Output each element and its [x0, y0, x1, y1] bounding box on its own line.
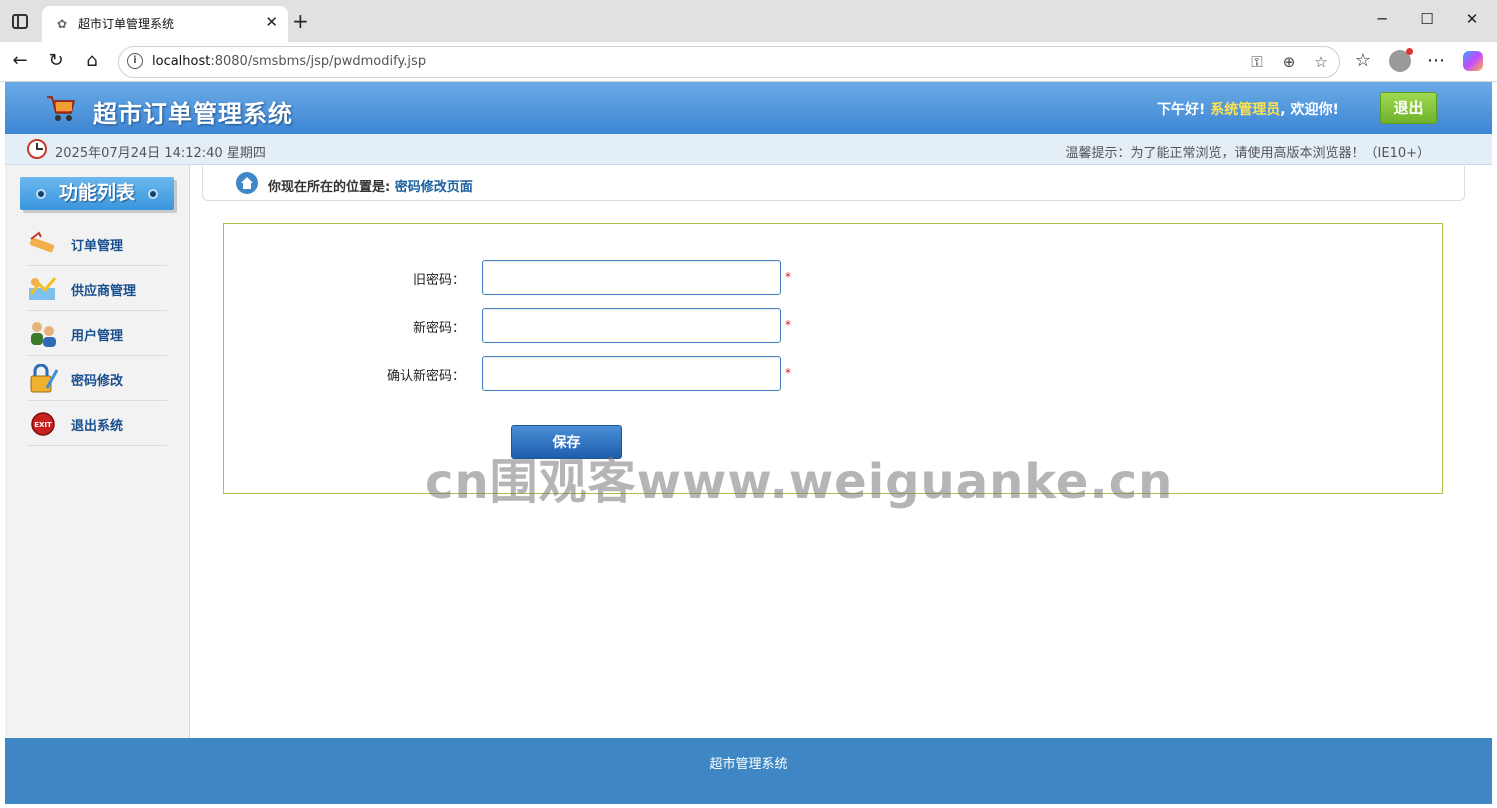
copilot-icon[interactable] — [1463, 51, 1483, 71]
confirm-password-label: 确认新密码： — [386, 369, 465, 384]
tab-close-icon[interactable]: ✕ — [265, 13, 278, 31]
required-mark: * — [785, 366, 791, 380]
more-icon[interactable]: ⋯ — [1425, 50, 1447, 71]
sidebar-item-label: 订单管理 — [71, 239, 124, 254]
browser-tab[interactable]: ✿ 超市订单管理系统 ✕ — [42, 6, 288, 42]
new-password-label: 新密码： — [412, 321, 465, 336]
footer-text: 超市管理系统 — [709, 757, 788, 772]
url-text[interactable]: localhost:8080/smsbms/jsp/pwdmodify.jsp — [152, 54, 426, 69]
password-icon — [30, 364, 59, 393]
svg-text:EXIT: EXIT — [34, 421, 52, 429]
bullet-icon — [36, 189, 46, 199]
info-bar: 2025年07月24日 14:12:40 星期四 温馨提示：为了能正常浏览，请使… — [5, 134, 1492, 165]
sidebar-header: 功能列表 — [20, 177, 174, 210]
refresh-icon[interactable]: ↻ — [45, 50, 67, 71]
order-icon — [29, 231, 55, 253]
exit-icon: EXIT — [31, 412, 55, 436]
sidebar-item-label: 密码修改 — [71, 374, 124, 389]
datetime: 2025年07月24日 14:12:40 星期四 — [55, 146, 266, 161]
browser-tab-bar: ✿ 超市订单管理系统 ✕ + ─ ☐ ✕ — [0, 0, 1497, 42]
browser-tip: 温馨提示：为了能正常浏览，请使用高版本浏览器！（IE10+） — [1065, 146, 1430, 161]
required-mark: * — [785, 318, 791, 332]
footer: 超市管理系统 — [5, 738, 1492, 804]
breadcrumb-text: 你现在所在的位置是: 密码修改页面 — [268, 180, 473, 195]
app-page: 超市订单管理系统 下午好! 系统管理员, 欢迎你! 退出 2025年07月24日… — [5, 82, 1492, 804]
favorites-list-icon[interactable]: ☆ — [1352, 50, 1374, 71]
minimize-icon[interactable]: ─ — [1372, 10, 1392, 28]
old-password-label: 旧密码： — [412, 273, 465, 288]
new-password-input[interactable] — [482, 308, 781, 343]
save-button[interactable]: 保存 — [511, 425, 622, 459]
logout-button[interactable]: 退出 — [1380, 92, 1437, 124]
profile-icon[interactable] — [1389, 48, 1413, 72]
sidebar-menu: 订单管理 供应商管理 用户管理 密码修改 EXIT 退出系统 — [27, 221, 167, 446]
home-icon[interactable]: ⌂ — [81, 50, 103, 71]
home-icon — [236, 172, 258, 194]
supplier-icon — [29, 277, 57, 300]
bullet-icon — [148, 189, 158, 199]
clock-icon — [27, 139, 47, 159]
browser-nav-bar: ← ↻ ⌂ i localhost:8080/smsbms/jsp/pwdmod… — [0, 42, 1497, 82]
sidebar-item-orders[interactable]: 订单管理 — [27, 221, 167, 266]
back-icon[interactable]: ← — [9, 50, 31, 71]
cart-icon — [47, 96, 75, 121]
greeting: 下午好! 系统管理员, 欢迎你! — [1157, 102, 1339, 118]
maximize-icon[interactable]: ☐ — [1417, 10, 1437, 28]
key-icon[interactable]: ⚿ — [1247, 53, 1267, 71]
sidebar-item-users[interactable]: 用户管理 — [27, 311, 167, 356]
favorite-star-icon[interactable]: ☆ — [1311, 53, 1331, 71]
sidebar-item-label: 用户管理 — [71, 329, 124, 344]
username: 系统管理员 — [1210, 102, 1281, 118]
breadcrumb-current: 密码修改页面 — [394, 180, 473, 195]
site-info-icon[interactable]: i — [127, 53, 143, 69]
password-form: 旧密码： * 新密码： * 确认新密码： * 保存 — [223, 223, 1443, 494]
zoom-icon[interactable]: ⊕ — [1279, 53, 1299, 71]
new-tab-icon[interactable]: + — [292, 9, 309, 33]
breadcrumb: 你现在所在的位置是: 密码修改页面 — [202, 166, 1465, 201]
app-title: 超市订单管理系统 — [93, 100, 293, 128]
sidebar-item-suppliers[interactable]: 供应商管理 — [27, 266, 167, 311]
sidebar-item-label: 供应商管理 — [71, 284, 137, 299]
required-mark: * — [785, 270, 791, 284]
favicon-icon: ✿ — [56, 17, 68, 31]
sidebar-title: 功能列表 — [58, 182, 135, 204]
sidebar-item-label: 退出系统 — [71, 419, 124, 434]
sidebar-item-exit[interactable]: EXIT 退出系统 — [27, 401, 167, 446]
address-bar[interactable]: i localhost:8080/smsbms/jsp/pwdmodify.js… — [118, 46, 1340, 78]
window-close-icon[interactable]: ✕ — [1462, 10, 1482, 28]
confirm-password-input[interactable] — [482, 356, 781, 391]
old-password-input[interactable] — [482, 260, 781, 295]
tab-title: 超市订单管理系统 — [78, 17, 175, 31]
tab-actions-icon[interactable] — [12, 14, 28, 29]
users-icon — [31, 322, 56, 347]
sidebar-item-password[interactable]: 密码修改 — [27, 356, 167, 401]
sidebar: 功能列表 订单管理 供应商管理 用户管理 密码修改 EXIT 退出系统 — [5, 165, 190, 738]
app-header: 超市订单管理系统 下午好! 系统管理员, 欢迎你! 退出 — [5, 82, 1492, 134]
